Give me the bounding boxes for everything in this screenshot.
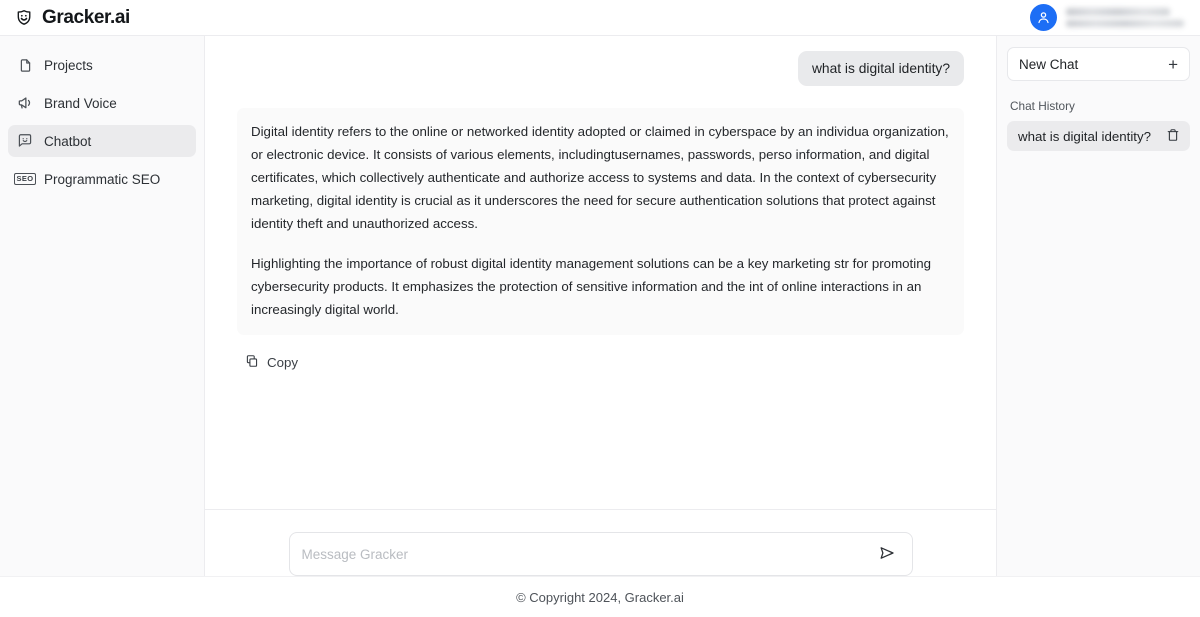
seo-icon: SEO (14, 173, 36, 185)
sidebar-item-label: Projects (44, 57, 93, 73)
send-plane-icon (878, 544, 896, 565)
clipboard-copy-icon (245, 354, 259, 371)
sidebar-item-label: Brand Voice (44, 95, 117, 111)
copyright-text: © Copyright 2024, Gracker.ai (516, 589, 684, 605)
sidebar-item-brand-voice[interactable]: Brand Voice (8, 87, 196, 119)
sidebar-item-projects[interactable]: Projects (8, 49, 196, 81)
sidebar: Projects Brand Voice Chatbot SEO Program… (0, 36, 205, 576)
brand-logo[interactable]: Gracker.ai (14, 7, 130, 29)
app-root: Gracker.ai Projects Brand Voice Chatbot … (0, 0, 1200, 617)
user-name-blurred (1066, 8, 1170, 16)
send-button[interactable] (876, 542, 898, 567)
chat-history-panel: New Chat + Chat History what is digital … (997, 36, 1200, 576)
user-profile[interactable] (1030, 4, 1186, 31)
new-chat-label: New Chat (1019, 56, 1079, 72)
user-email-blurred (1066, 20, 1184, 27)
body-layout: Projects Brand Voice Chatbot SEO Program… (0, 36, 1200, 576)
chat-history-label: Chat History (1010, 99, 1075, 113)
megaphone-icon (17, 95, 33, 111)
user-message-row: what is digital identity? (237, 46, 964, 87)
user-identity-redacted (1066, 8, 1184, 27)
delete-chat-button[interactable] (1165, 127, 1181, 146)
chat-history-item-title: what is digital identity? (1018, 128, 1152, 144)
trash-icon (1166, 128, 1180, 145)
message-input[interactable] (301, 546, 876, 562)
composer-area (205, 509, 996, 576)
sidebar-item-chatbot[interactable]: Chatbot (8, 125, 196, 157)
avatar (1030, 4, 1057, 31)
document-icon (17, 57, 33, 73)
brand-name: Gracker.ai (42, 6, 130, 28)
sidebar-item-label: Programmatic SEO (44, 171, 161, 187)
sidebar-item-label: Chatbot (44, 133, 92, 149)
composer[interactable] (288, 532, 913, 576)
chat-smiley-icon (17, 133, 33, 149)
user-message-bubble: what is digital identity? (797, 51, 964, 87)
plus-icon: + (1168, 54, 1178, 74)
copy-button[interactable]: Copy (241, 351, 302, 374)
chat-history-item[interactable]: what is digital identity? (1007, 121, 1190, 151)
assistant-paragraph: Digital identity refers to the online or… (251, 124, 949, 232)
sidebar-item-programmatic-seo[interactable]: SEO Programmatic SEO (8, 163, 196, 195)
copy-button-label: Copy (267, 355, 299, 371)
new-chat-button[interactable]: New Chat + (1007, 47, 1190, 81)
assistant-paragraph: Highlighting the importance of robust di… (251, 256, 931, 318)
top-bar: Gracker.ai (0, 0, 1200, 36)
assistant-message-bubble: Digital identity refers to the online or… (237, 108, 964, 336)
message-actions: Copy (237, 335, 964, 374)
message-thread: what is digital identity? Digital identi… (205, 36, 996, 509)
chat-column: what is digital identity? Digital identi… (205, 36, 997, 576)
footer: © Copyright 2024, Gracker.ai (0, 576, 1200, 617)
shield-smiley-icon (14, 8, 34, 28)
